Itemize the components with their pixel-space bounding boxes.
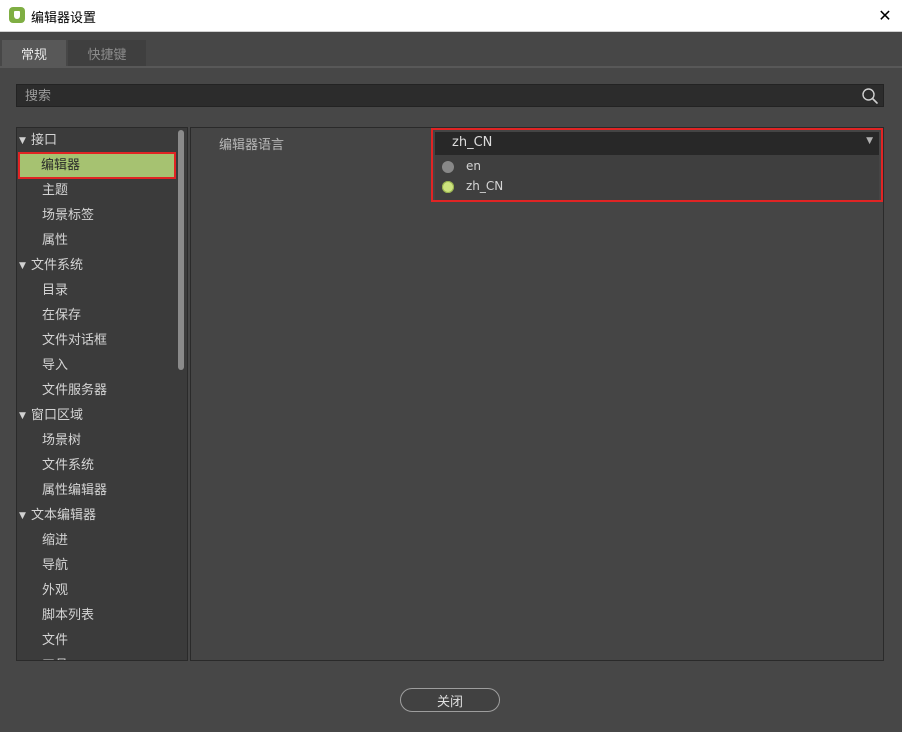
language-options-list: en zh_CN [435,155,879,200]
tree-item-filesystem-dock[interactable]: 文件系统 [42,453,94,478]
language-option-label: en [466,159,481,173]
tree-item-label: 工具 [42,658,68,660]
tree-item-label: 文件系统 [42,458,95,473]
tree-item-label: 文件系统 [31,258,84,273]
close-dialog-button[interactable]: 关闭 [400,688,500,712]
language-option-label: zh_CN [466,179,504,193]
tree-item-label: 主题 [42,183,69,198]
tree-item-label: 外观 [42,583,69,598]
tree-item-label: 文件 [42,633,69,648]
tree-item-scene-tree[interactable]: 场景树 [42,428,81,453]
tree-item-label: 文件服务器 [42,383,108,398]
tree-item-import[interactable]: 导入 [42,353,68,378]
radio-checked-icon [442,181,454,193]
tree-item-label: 在保存 [42,308,82,323]
search-icon[interactable] [861,87,879,105]
tree-item-appearance[interactable]: 外观 [42,578,68,603]
search-box [16,84,884,107]
tree-item-label: 场景标签 [42,208,95,223]
tree-item-indent[interactable]: 缩进 [42,528,68,553]
tree-item-label: 属性编辑器 [42,483,108,498]
title-bar: 编辑器设置 ✕ [0,0,902,32]
tree-item-script-list[interactable]: 脚本列表 [42,603,94,628]
tree-item-on-save[interactable]: 在保存 [42,303,81,328]
tree-item-theme[interactable]: 主题 [42,178,68,203]
highlight-box-language-dropdown: zh_CN ▼ en zh_CN [431,128,883,202]
tree-item-file-dialog[interactable]: 文件对话框 [42,328,107,353]
tree-item-directories[interactable]: 目录 [42,278,68,303]
language-option-en[interactable]: en [435,157,879,177]
tree-item-file-server[interactable]: 文件服务器 [42,378,107,403]
language-dropdown[interactable]: zh_CN ▼ [435,132,879,155]
window-close-button[interactable]: ✕ [868,0,902,31]
tree-item-label: 目录 [42,283,69,298]
editor-language-label: 编辑器语言 [219,138,285,153]
tree-scrollbar-thumb[interactable] [178,130,184,370]
tab-strip [0,66,902,68]
tree-item-navigation[interactable]: 导航 [42,553,68,578]
tree-item-label: 场景树 [42,433,82,448]
tree-item-label: 编辑器 [41,158,81,173]
dropdown-arrow-icon: ▼ [866,136,873,146]
tree-item-tools[interactable]: 工具 [42,653,68,660]
tree-item-label: 窗口区域 [31,408,84,423]
app-logo-icon [9,7,25,23]
tab-general-label: 常规 [20,48,47,63]
tree-category-docks[interactable]: ▼ 窗口区域 [19,403,83,428]
expand-arrow-icon[interactable]: ▼ [19,404,31,429]
expand-arrow-icon[interactable]: ▼ [19,504,31,529]
tab-shortcuts-label: 快捷键 [87,48,127,63]
tree-item-scene-tabs[interactable]: 场景标签 [42,203,94,228]
tree-category-interface[interactable]: ▼ 接口 [19,128,57,153]
tree-item-label: 文本编辑器 [31,508,97,523]
window-title: 编辑器设置 [31,11,97,26]
settings-content-panel: 编辑器语言 zh_CN ▼ en zh_CN [190,127,884,661]
tree-item-editor[interactable]: 编辑器 [19,153,175,178]
expand-arrow-icon[interactable]: ▼ [19,254,31,279]
tree-category-filesystem[interactable]: ▼ 文件系统 [19,253,83,278]
settings-window: 常规 快捷键 ▼接口 编辑器 主题 场景标签 属性 ▼文件系统 目录 在保存 文… [0,32,902,732]
tree-item-property-editor[interactable]: 属性编辑器 [42,478,107,503]
expand-arrow-icon[interactable]: ▼ [19,129,31,154]
tree-item-label: 接口 [31,133,58,148]
radio-unchecked-icon [442,161,454,173]
tree-item-label: 属性 [42,233,69,248]
language-dropdown-value: zh_CN [452,135,493,150]
tree-item-label: 脚本列表 [42,608,95,623]
tree-item-label: 导航 [42,558,69,573]
tree-scrollbar[interactable] [178,130,184,658]
language-option-zh-cn[interactable]: zh_CN [435,177,879,197]
tree-item-properties[interactable]: 属性 [42,228,68,253]
search-input[interactable] [23,86,857,107]
settings-tree: ▼ 接口 编辑器 主题 场景标签 属性 ▼ 文件系统 目录 在保存 文件对话框 导入… [16,127,188,661]
close-icon: ✕ [878,6,892,25]
tab-general[interactable]: 常规 [2,40,66,67]
tree-item-files[interactable]: 文件 [42,628,68,653]
tab-shortcuts[interactable]: 快捷键 [68,40,146,67]
tree-item-label: 文件对话框 [42,333,108,348]
tree-item-label: 导入 [42,358,69,373]
tree-category-text-editor[interactable]: ▼ 文本编辑器 [19,503,96,528]
tree-item-label: 缩进 [42,533,69,548]
